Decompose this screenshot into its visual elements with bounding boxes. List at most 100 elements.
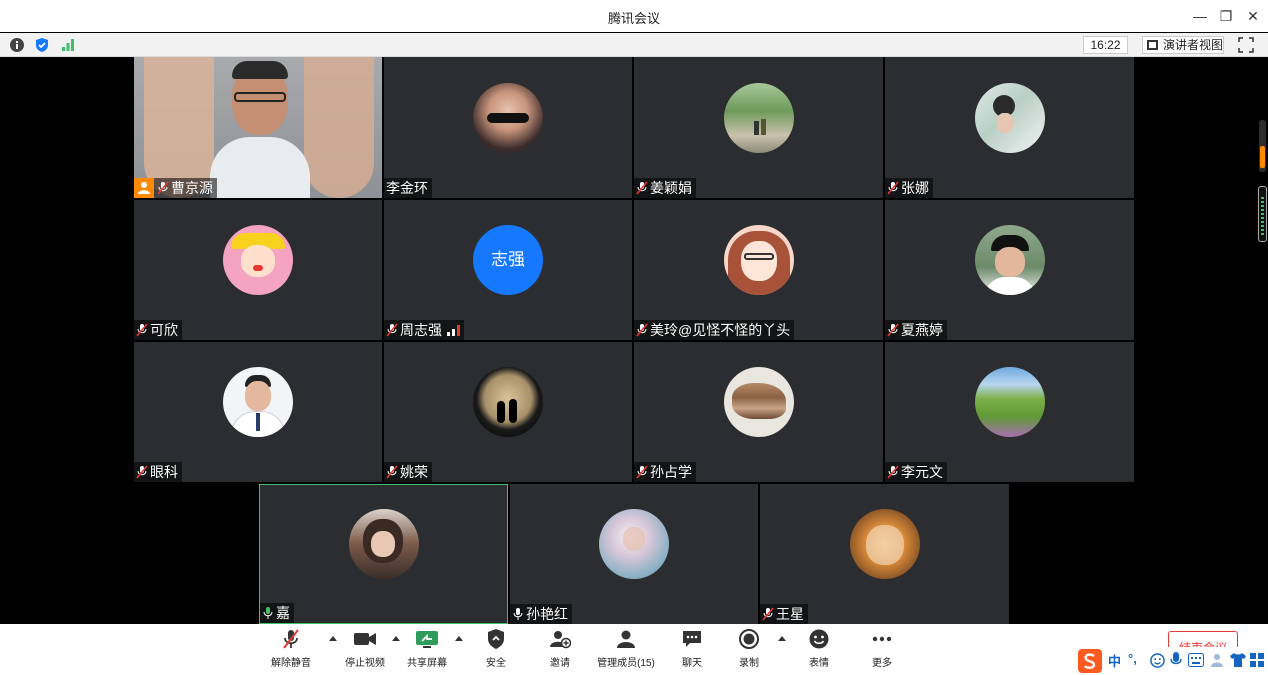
mic-muted-icon: [283, 629, 299, 649]
video-tile[interactable]: 孙占学: [634, 342, 883, 482]
unmute-button[interactable]: 解除静音: [268, 628, 314, 672]
participant-avatar: [599, 509, 669, 579]
volume-level-meter: [1258, 186, 1267, 242]
audio-options-caret[interactable]: [329, 636, 337, 641]
info-icon[interactable]: [9, 37, 25, 53]
participant-avatar: [223, 367, 293, 437]
participant-avatar: [723, 225, 794, 295]
manage-members-button[interactable]: 管理成员(15): [592, 628, 660, 672]
video-tile[interactable]: 夏燕婷: [885, 200, 1134, 340]
participant-name-tag: 美玲@见怪不怪的丫头: [634, 320, 795, 340]
mic-muted-icon: [887, 181, 899, 195]
stop-video-button[interactable]: 停止视频: [342, 628, 388, 672]
video-tile[interactable]: 王星: [760, 484, 1009, 624]
mic-muted-icon: [636, 323, 648, 337]
video-tile[interactable]: 美玲@见怪不怪的丫头: [634, 200, 883, 340]
participant-name: 张娜: [901, 180, 929, 196]
invite-button[interactable]: 邀请: [540, 628, 580, 672]
shield-icon[interactable]: [34, 37, 50, 53]
layout-icon: [1147, 40, 1158, 50]
user-settings-icon[interactable]: [1210, 652, 1226, 668]
video-tile[interactable]: 姜颖娟: [634, 57, 883, 198]
mic-on-icon: [513, 608, 523, 620]
participant-avatar: [723, 82, 794, 153]
participant-avatar: [974, 225, 1045, 295]
share-screen-icon: [416, 631, 438, 648]
more-icon: [872, 636, 892, 642]
host-video-feed: [134, 57, 382, 198]
scroll-indicator[interactable]: [1259, 120, 1266, 172]
mic-muted-icon: [636, 181, 648, 195]
more-button[interactable]: 更多: [862, 628, 902, 672]
speaker-view-button[interactable]: 演讲者视图: [1142, 36, 1224, 54]
participant-avatar-initials: 志强: [473, 225, 543, 295]
participant-name: 美玲@见怪不怪的丫头: [650, 322, 791, 338]
mic-muted-icon: [136, 465, 148, 479]
video-options-caret[interactable]: [392, 636, 400, 641]
emoji-icon[interactable]: [1150, 653, 1165, 668]
participant-avatar: [473, 82, 543, 153]
reactions-label: 表情: [809, 658, 829, 669]
video-tile[interactable]: 姚荣: [384, 342, 632, 482]
video-tile[interactable]: 曹京源: [134, 57, 382, 198]
record-icon: [739, 629, 759, 649]
video-tile[interactable]: 孙艳红: [510, 484, 758, 624]
participant-avatar: [849, 509, 920, 579]
participant-name-tag: 孙占学: [634, 462, 696, 482]
more-label: 更多: [872, 658, 892, 669]
record-button[interactable]: 录制: [729, 628, 769, 672]
toolbox-grid-icon[interactable]: [1250, 653, 1264, 667]
stop-video-label: 停止视频: [345, 658, 385, 669]
participant-name: 孙占学: [650, 464, 692, 480]
chat-button[interactable]: 聊天: [672, 628, 712, 672]
participant-name-tag: 周志强: [384, 320, 464, 340]
participant-name-tag: 姚荣: [384, 462, 432, 482]
network-signal-icon: [447, 324, 460, 336]
unmute-label: 解除静音: [271, 658, 311, 669]
participant-name-tag: 孙艳红: [510, 604, 572, 624]
video-tile[interactable]: 眼科: [134, 342, 382, 482]
signal-icon[interactable]: [60, 37, 76, 53]
skin-shirt-icon[interactable]: [1230, 653, 1246, 667]
record-options-caret[interactable]: [778, 636, 786, 641]
share-screen-label: 共享屏幕: [407, 658, 447, 669]
host-badge-icon: [134, 178, 154, 198]
participant-name-tag: 李金环: [384, 178, 432, 198]
participant-name-tag: 可欣: [134, 320, 182, 340]
participant-name: 曹京源: [171, 180, 213, 196]
participant-name: 李金环: [386, 180, 428, 196]
video-tile[interactable]: 张娜: [885, 57, 1134, 198]
participant-name-tag: 曹京源: [134, 178, 217, 198]
add-user-icon: [550, 631, 571, 649]
title-bar: 腾讯会议 — ❐ ✕: [0, 0, 1268, 32]
reactions-button[interactable]: 表情: [799, 628, 839, 672]
video-tile-active-speaker[interactable]: 嘉: [259, 484, 508, 624]
participant-avatar: [974, 367, 1045, 437]
meeting-info-bar: 16:22 演讲者视图: [0, 33, 1268, 57]
video-tile[interactable]: 李元文: [885, 342, 1134, 482]
share-screen-button[interactable]: 共享屏幕: [404, 628, 450, 672]
security-button[interactable]: 安全: [476, 628, 516, 672]
ime-mode[interactable]: 中: [1108, 651, 1121, 670]
members-icon: [617, 630, 635, 648]
fullscreen-icon[interactable]: [1238, 37, 1254, 53]
close-button[interactable]: ✕: [1243, 6, 1263, 26]
video-tile[interactable]: 可欣: [134, 200, 382, 340]
chat-label: 聊天: [682, 658, 702, 669]
mic-muted-icon: [887, 323, 899, 337]
participant-name-tag: 眼科: [134, 462, 182, 482]
voice-input-icon[interactable]: [1170, 652, 1182, 668]
minimize-button[interactable]: —: [1190, 6, 1210, 26]
ime-toolbar: 中 °,: [1078, 647, 1268, 675]
security-shield-icon: [488, 629, 504, 649]
video-tile[interactable]: 李金环: [384, 57, 632, 198]
share-options-caret[interactable]: [455, 636, 463, 641]
keyboard-icon[interactable]: [1188, 653, 1204, 667]
sogou-logo-icon[interactable]: [1078, 649, 1102, 673]
chat-icon: [683, 631, 701, 647]
manage-members-label: 管理成员(15): [597, 658, 655, 669]
punctuation-icon[interactable]: °,: [1128, 651, 1137, 666]
record-label: 录制: [739, 658, 759, 669]
restore-button[interactable]: ❐: [1216, 6, 1236, 26]
video-tile[interactable]: 志强 周志强: [384, 200, 632, 340]
